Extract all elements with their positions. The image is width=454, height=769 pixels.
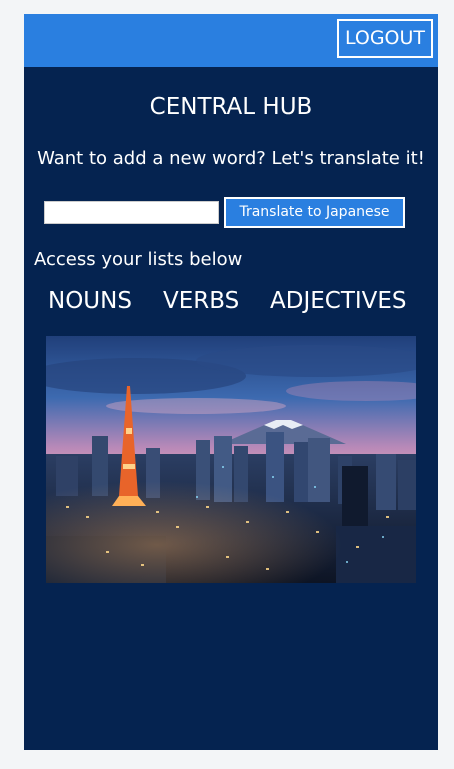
tokyo-skyline-photo: [46, 336, 416, 583]
verbs-link[interactable]: VERBS: [163, 288, 239, 314]
translate-prompt: Want to add a new word? Let's translate …: [37, 148, 425, 169]
adjectives-link[interactable]: ADJECTIVES: [270, 288, 407, 314]
logout-button[interactable]: LOGOUT: [337, 19, 433, 58]
page-title: CENTRAL HUB: [149, 94, 313, 120]
translate-button[interactable]: Translate to Japanese: [224, 197, 405, 228]
nouns-link[interactable]: NOUNS: [48, 288, 132, 314]
app-frame: LOGOUT CENTRAL HUB Want to add a new wor…: [24, 14, 438, 750]
lists-heading: Access your lists below: [34, 249, 243, 270]
top-bar: LOGOUT: [24, 14, 438, 67]
word-input[interactable]: [44, 201, 219, 224]
